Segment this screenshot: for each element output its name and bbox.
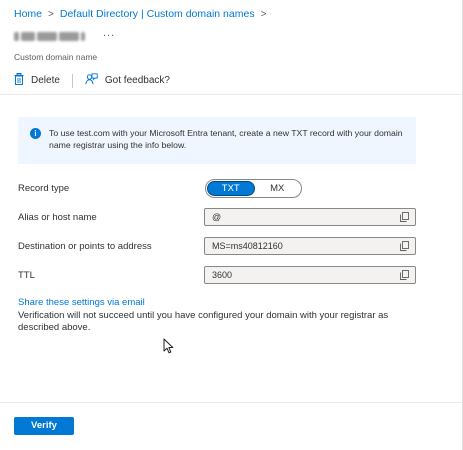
page-title-redacted: [14, 31, 85, 41]
delete-button[interactable]: Delete: [14, 73, 60, 88]
alias-field[interactable]: @: [204, 208, 416, 226]
footer-divider: [0, 402, 462, 403]
breadcrumb-separator: >: [48, 8, 54, 20]
trash-icon: [14, 73, 24, 88]
destination-field[interactable]: MS=ms40812160: [204, 237, 416, 255]
command-bar: Delete Got feedback?: [14, 73, 170, 88]
toolbar-divider-line: [0, 94, 462, 95]
breadcrumb-custom-domain-names[interactable]: Default Directory | Custom domain names: [60, 8, 255, 20]
info-banner: i To use test.com with your Microsoft En…: [18, 117, 416, 164]
record-type-toggle: TXT MX: [205, 179, 302, 198]
more-options-button[interactable]: ...: [103, 27, 115, 39]
breadcrumb-home[interactable]: Home: [14, 8, 42, 20]
domain-settings-page: Home > Default Directory | Custom domain…: [0, 0, 463, 450]
copy-icon[interactable]: [399, 212, 409, 222]
feedback-person-icon: [85, 73, 98, 88]
record-type-label: Record type: [18, 183, 70, 194]
record-type-option-txt[interactable]: TXT: [207, 181, 255, 196]
mouse-cursor-icon: [163, 338, 174, 359]
breadcrumb: Home > Default Directory | Custom domain…: [14, 8, 272, 20]
toolbar-divider: [71, 73, 73, 88]
copy-icon[interactable]: [399, 270, 409, 280]
breadcrumb-separator: >: [260, 8, 267, 20]
info-icon: i: [30, 128, 41, 139]
copy-icon[interactable]: [399, 241, 409, 251]
alias-value: @: [212, 212, 222, 222]
ttl-field[interactable]: 3600: [204, 266, 416, 284]
destination-label: Destination or points to address: [18, 241, 152, 252]
destination-value: MS=ms40812160: [212, 241, 283, 251]
verify-button[interactable]: Verify: [14, 417, 74, 435]
share-settings-email-link[interactable]: Share these settings via email: [18, 297, 145, 308]
feedback-label: Got feedback?: [104, 75, 170, 86]
page-subtitle: Custom domain name: [14, 52, 98, 62]
ttl-value: 3600: [212, 270, 233, 280]
page-title-row: ...: [14, 27, 115, 42]
verification-note: Verification will not succeed until you …: [18, 310, 389, 333]
record-type-option-mx[interactable]: MX: [255, 181, 301, 196]
alias-label: Alias or host name: [18, 212, 97, 223]
info-message: To use test.com with your Microsoft Entr…: [49, 128, 403, 150]
delete-label: Delete: [31, 75, 60, 86]
feedback-button[interactable]: Got feedback?: [85, 73, 170, 88]
ttl-label: TTL: [18, 270, 35, 281]
